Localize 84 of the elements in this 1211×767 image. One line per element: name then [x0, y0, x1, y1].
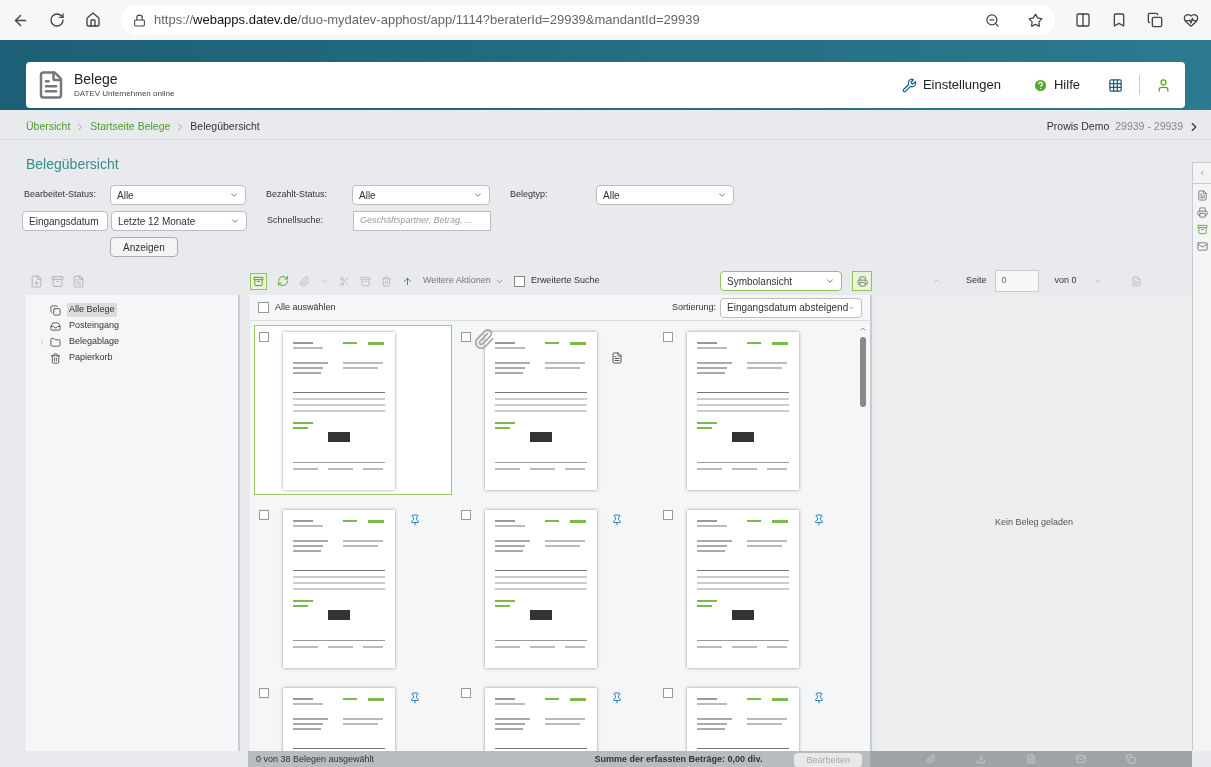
sort-label: Sortierung: [671, 300, 716, 314]
filter-label: Belegtyp: [510, 188, 549, 202]
client-number: 29939 - 29939 [1115, 118, 1183, 134]
document-checkbox[interactable] [461, 332, 471, 342]
home-icon[interactable] [85, 12, 101, 28]
help-link[interactable]: Hilfe [1033, 75, 1080, 95]
extended-search-label: Erweiterte Suche [530, 274, 600, 288]
address-bar[interactable]: https://webapps.datev.de/duo-mydatev-apphost/app/1114?beraterId=29939&mandantId=29939 [121, 5, 1055, 35]
app-title: Belege [74, 71, 119, 89]
print-button[interactable] [852, 271, 872, 291]
date-range-dropdown[interactable]: Letzte 12 Monate [111, 211, 247, 231]
sort-dropdown[interactable]: Eingangsdatum absteigend [720, 297, 862, 318]
filter-label: Schnellsuche: [267, 214, 325, 228]
scroll-up-icon [859, 325, 867, 333]
pin-icon[interactable] [813, 692, 825, 704]
page-title: Belegübersicht [26, 155, 120, 174]
selection-count: 0 von 38 Belegen ausgewählt [256, 753, 375, 766]
favorite-star-icon[interactable] [1028, 12, 1043, 28]
archive-icon[interactable] [1196, 224, 1208, 235]
paperclip-icon[interactable] [299, 275, 310, 287]
payment-status-dropdown[interactable]: Alle [352, 185, 490, 205]
document-checkbox[interactable] [461, 688, 471, 698]
health-icon[interactable] [1183, 12, 1199, 28]
amount-sum: Summe der erfassten Beträge: 0,00 div. [594, 753, 763, 766]
paperclip-icon[interactable] [926, 754, 936, 764]
url-text: https://webapps.datev.de/duo-mydatev-apphost/app/1114?beraterId=29939&mandantId=29939 [154, 11, 700, 30]
document-checkbox[interactable] [663, 688, 673, 698]
split-screen-icon[interactable] [1075, 12, 1091, 28]
document-checkbox[interactable] [259, 332, 269, 342]
show-button[interactable]: Anzeigen [110, 237, 178, 257]
page-label: Seite [966, 274, 987, 288]
more-actions-menu[interactable]: Weitere Aktionen [423, 274, 504, 288]
pin-icon[interactable] [611, 514, 623, 526]
reload-icon[interactable] [49, 12, 65, 28]
help-icon [1033, 77, 1048, 93]
mail-icon[interactable] [1076, 754, 1086, 764]
app-subtitle: DATEV Unternehmen online [74, 88, 175, 99]
apps-grid-icon[interactable] [1108, 77, 1123, 93]
collections-icon[interactable] [1147, 12, 1163, 28]
tree-view-button[interactable] [250, 272, 267, 290]
wrench-icon [901, 77, 917, 93]
pin-icon[interactable] [611, 692, 623, 704]
refresh-icon[interactable] [277, 275, 289, 287]
collapse-icon[interactable] [1198, 169, 1206, 177]
lock-icon [133, 13, 146, 27]
folder-tree-item[interactable]: Papierkorb [67, 351, 115, 365]
pin-icon[interactable] [409, 692, 421, 704]
document-type-dropdown[interactable]: Alle [596, 185, 734, 205]
folder-tree-item[interactable]: Alle Belege [67, 303, 117, 317]
document-tile[interactable] [254, 325, 452, 495]
client-name: Prowis Demo [1046, 118, 1110, 134]
select-all-label: Alle auswählen [275, 300, 336, 314]
pin-icon[interactable] [409, 514, 421, 526]
page-count: von 0 [1054, 274, 1077, 288]
page-number-field[interactable]: 0 [994, 270, 1039, 292]
view-mode-dropdown[interactable]: Symbolansicht [720, 271, 842, 291]
mail-icon[interactable] [1196, 241, 1208, 252]
filter-label: Bezahlt-Status: [266, 188, 329, 202]
select-all-checkbox[interactable] [258, 302, 269, 313]
document-icon[interactable] [1026, 754, 1036, 764]
pin-icon[interactable] [813, 514, 825, 526]
printer-icon [856, 275, 868, 287]
filter-label: Bearbeitet-Status: [24, 188, 98, 202]
document-checkbox[interactable] [663, 510, 673, 520]
date-field-dropdown[interactable]: Eingangsdatum [22, 211, 108, 231]
upload-icon[interactable] [402, 275, 413, 287]
document-icon[interactable] [1196, 190, 1208, 201]
copy-icon[interactable] [1126, 754, 1136, 764]
edit-status-dropdown[interactable]: Alle [110, 185, 246, 205]
favorites-icon[interactable] [1111, 12, 1127, 28]
document-checkbox[interactable] [663, 332, 673, 342]
zoom-out-icon[interactable] [985, 12, 1000, 28]
delete-icon[interactable] [381, 275, 392, 287]
settings-link[interactable]: Einstellungen [901, 75, 1001, 95]
folder-tree-item[interactable]: Posteingang [67, 319, 122, 333]
extended-search-checkbox[interactable] [513, 275, 525, 287]
document-checkbox[interactable] [259, 510, 269, 520]
no-document-message: Kein Beleg geladen [994, 516, 1074, 530]
printer-icon[interactable] [1196, 207, 1208, 218]
document-checkbox[interactable] [461, 510, 471, 520]
folder-tree-item[interactable]: Belegablage [67, 335, 122, 349]
split-icon[interactable] [339, 275, 350, 287]
user-profile-icon[interactable] [1156, 77, 1171, 93]
document-checkbox[interactable] [259, 688, 269, 698]
